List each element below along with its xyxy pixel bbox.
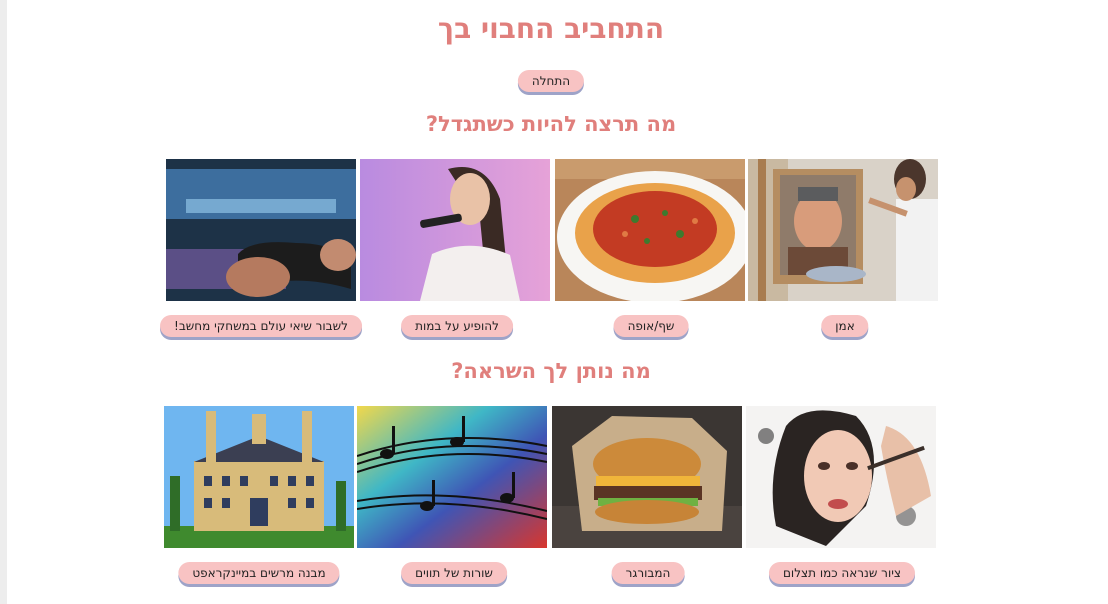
option-button-minecraft[interactable]: מבנה מרשים במיינקראפט xyxy=(178,562,340,584)
option-image-realistic-drawing[interactable] xyxy=(746,406,936,548)
left-edge-strip xyxy=(0,0,7,604)
pasta-plate-image xyxy=(555,159,745,301)
option-button-chef[interactable]: שף/אופה xyxy=(613,315,689,337)
option-button-hamburger[interactable]: המבורגר xyxy=(611,562,685,584)
option-image-chef[interactable] xyxy=(555,159,745,301)
colorful-music-notes-image xyxy=(357,406,547,548)
singer-on-stage-image xyxy=(360,159,550,301)
option-button-music-notes[interactable]: שורות של תווים xyxy=(401,562,507,584)
start-button[interactable]: התחלה xyxy=(517,70,585,92)
gamer-controller-image xyxy=(166,159,356,301)
option-button-perform[interactable]: להופיע על במות xyxy=(401,315,513,337)
option-image-gamer[interactable] xyxy=(166,159,356,301)
section-heading-inspiration: מה נותן לך השראה? xyxy=(451,359,651,383)
option-button-realistic-drawing[interactable]: ציור שנראה כמו תצלום xyxy=(768,562,916,584)
artist-painting-image xyxy=(748,159,938,301)
option-image-hamburger[interactable] xyxy=(552,406,742,548)
section-heading-grow-up: מה תרצה להיות כשתגדל? xyxy=(425,112,677,136)
page-title: התחביב החבוי בך xyxy=(437,12,665,45)
minecraft-mansion-image xyxy=(164,406,354,548)
option-button-artist[interactable]: אמן xyxy=(821,315,869,337)
option-image-minecraft[interactable] xyxy=(164,406,354,548)
realistic-portrait-drawing-image xyxy=(746,406,936,548)
option-button-gamer[interactable]: לשבור שיאי עולם במשחקי מחשב! xyxy=(160,315,362,337)
hamburger-image xyxy=(552,406,742,548)
option-image-music-notes[interactable] xyxy=(357,406,547,548)
option-image-artist[interactable] xyxy=(748,159,938,301)
option-image-perform[interactable] xyxy=(360,159,550,301)
